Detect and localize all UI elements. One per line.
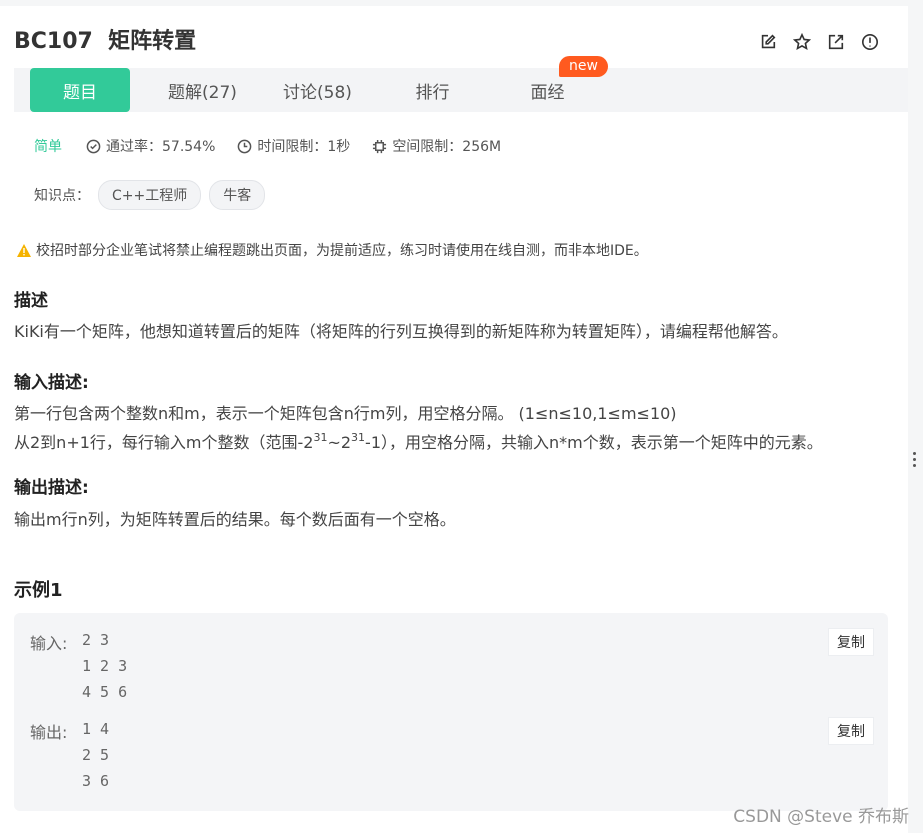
warning-icon [17,243,31,257]
description-text: KiKi有一个矩阵，他想知道转置后的矩阵（将矩阵的行列互换得到的新矩阵称为转置矩… [14,322,788,341]
example-input-label: 输入: [30,634,68,653]
knowledge-points: 知识点： C++工程师 牛客 [34,180,266,210]
copy-input-button[interactable]: 复制 [828,628,874,656]
exponent: 31 [351,431,366,444]
copy-output-button[interactable]: 复制 [828,717,874,745]
chip-icon [373,139,387,153]
time-limit: 时间限制：1秒 [237,136,350,156]
difficulty-label: 简单 [34,139,62,155]
problem-title: BC107 矩阵转置 [14,29,196,54]
example-input-value: 2 3 1 2 3 4 5 6 [82,631,128,701]
pass-rate: 通过率：57.54% [86,136,215,156]
tab-problem[interactable]: 题目 [30,68,130,112]
description-heading: 描述 [14,291,48,311]
new-badge: new [559,56,608,77]
input-desc-line2-part: 从2到n+1行，每行输入m个整数（范围-2 [14,433,314,452]
edit-icon[interactable] [758,32,778,52]
share-icon[interactable] [826,32,846,52]
space-limit: 空间限制：256M [372,136,501,156]
tab-solutions[interactable]: 题解(27) [145,68,260,112]
check-circle-icon [86,139,101,153]
tab-discussion[interactable]: 讨论(58) [260,68,375,112]
knowledge-tag[interactable]: C++工程师 [98,180,202,210]
space-limit-text: 空间限制：256M [392,139,502,155]
watermark: CSDN @Steve 乔布斯 [733,807,909,827]
warning-notice: 校招时部分企业笔试将禁止编程题跳出页面，为提前适应，练习时请使用在线自测，而非本… [16,240,648,260]
input-desc-line1: 第一行包含两个整数n和m，表示一个矩阵包含n行m列，用空格分隔。 (1≤n≤10… [14,404,677,423]
problem-code: BC107 [14,29,93,54]
clock-icon [238,139,252,153]
example-output-value: 1 4 2 5 3 6 [82,720,110,790]
output-desc-heading: 输出描述: [14,478,89,498]
knowledge-tag[interactable]: 牛客 [209,180,266,210]
example-box: 输入: 2 3 1 2 3 4 5 6 复制 输出: 1 4 2 5 3 6 复… [14,613,888,811]
report-icon[interactable] [860,32,880,52]
pass-rate-text: 通过率：57.54% [106,139,216,155]
problem-header: BC107 矩阵转置 [14,24,894,60]
knowledge-label: 知识点： [34,188,90,204]
exponent: 31 [313,431,328,444]
input-desc-line2-part: -1），用空格分隔，共输入n*m个数，表示第一个矩阵中的元素。 [365,433,823,452]
output-desc-text: 输出m行n列，为矩阵转置后的结果。每个数后面有一个空格。 [14,510,456,529]
header-actions [758,32,880,52]
time-limit-text: 时间限制：1秒 [257,139,351,155]
problem-name: 矩阵转置 [108,29,197,54]
input-desc-line2-part: ~2 [327,433,352,452]
example-heading: 示例1 [14,580,63,601]
warning-text: 校招时部分企业笔试将禁止编程题跳出页面，为提前适应，练习时请使用在线自测，而非本… [36,243,648,259]
input-desc-heading: 输入描述: [14,373,89,393]
input-desc-line2: 从2到n+1行，每行输入m个整数（范围-231~231-1），用空格分隔，共输入… [14,426,823,455]
example-output-label: 输出: [30,723,68,742]
star-icon[interactable] [792,32,812,52]
more-icon[interactable] [913,452,917,467]
problem-tabs: 题目 题解(27) 讨论(58) 排行 面经 [14,68,908,112]
problem-meta: 简单 通过率：57.54% 时间限制：1秒 空间限制：256M [34,136,523,156]
tab-ranking[interactable]: 排行 [375,68,490,112]
